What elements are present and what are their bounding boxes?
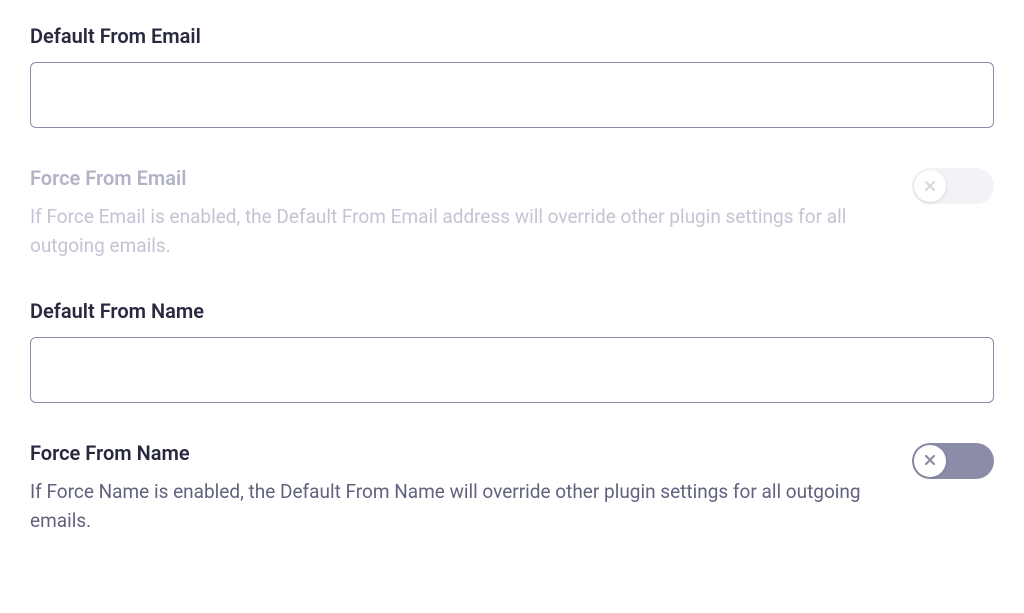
default-from-name-group: Default From Name — [30, 299, 994, 403]
force-from-email-row: Force From Email If Force Email is enabl… — [30, 166, 994, 261]
force-from-name-label: Force From Name — [30, 441, 870, 465]
force-from-name-row: Force From Name If Force Name is enabled… — [30, 441, 994, 536]
force-from-email-label: Force From Email — [30, 166, 870, 190]
close-icon — [924, 177, 936, 196]
force-from-name-description: If Force Name is enabled, the Default Fr… — [30, 477, 870, 536]
default-from-email-group: Default From Email — [30, 24, 994, 128]
force-from-email-toggle[interactable] — [912, 168, 994, 204]
force-from-name-group: Force From Name If Force Name is enabled… — [30, 441, 994, 536]
force-from-name-toggle[interactable] — [912, 443, 994, 479]
default-from-email-input[interactable] — [30, 62, 994, 128]
close-icon — [924, 451, 936, 470]
toggle-knob — [914, 170, 946, 202]
default-from-name-input[interactable] — [30, 337, 994, 403]
force-from-email-description: If Force Email is enabled, the Default F… — [30, 202, 870, 261]
force-from-email-group: Force From Email If Force Email is enabl… — [30, 166, 994, 261]
toggle-knob — [914, 445, 946, 477]
default-from-name-label: Default From Name — [30, 299, 994, 323]
default-from-email-label: Default From Email — [30, 24, 994, 48]
force-from-email-text: Force From Email If Force Email is enabl… — [30, 166, 870, 261]
force-from-name-text: Force From Name If Force Name is enabled… — [30, 441, 870, 536]
